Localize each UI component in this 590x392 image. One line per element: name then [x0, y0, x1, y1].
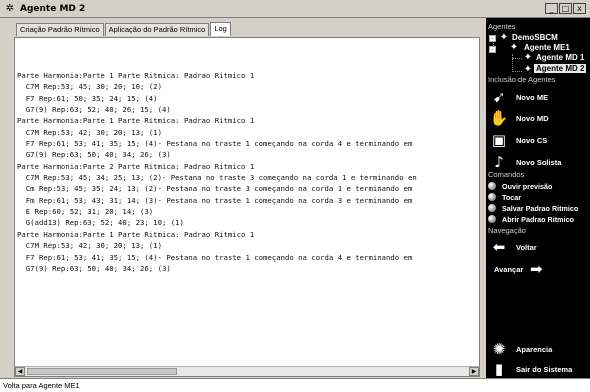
log-text-area[interactable]: Parte Harmonia:Parte 1 Parte Ritmica: Pa… — [14, 37, 480, 377]
app-icon: ✲ — [5, 2, 15, 14]
aparencia-label: Aparencia — [516, 344, 553, 354]
log-line: C7M Rep:53; 45; 30; 20; 10; (2) — [17, 82, 162, 92]
abrir-padrao-label: Abrir Padrao Ritmico — [502, 214, 574, 224]
radio-icon — [488, 204, 496, 212]
sidebar: Agentes - ✦ DemoSBCM - ✦ Agente ME1 ✦ Ag… — [486, 18, 590, 378]
log-line: C7M Rep:53; 45; 34; 25; 13; (2)- Pestana… — [17, 173, 417, 183]
novo-md-label: Novo MD — [516, 113, 549, 123]
hand-icon: ✋ — [489, 109, 509, 127]
novo-me-label: Novo ME — [516, 92, 549, 102]
tab-bar: Criação Padrão Rítmico Aplicação do Padr… — [16, 22, 232, 36]
tab-aplicacao-padrao-ritmico[interactable]: Aplicação do Padrão Rítmico — [104, 23, 210, 36]
novo-md-button[interactable]: ✋ Novo MD — [486, 107, 590, 129]
log-line: G7(9) Rep:63; 52; 40; 26; 15; (4) — [17, 105, 171, 115]
log-line: G7(9) Rep:63; 50; 40; 34; 26; (3) — [17, 263, 171, 273]
horizontal-scrollbar[interactable]: ◀ ▶ — [15, 366, 479, 376]
ouvir-previsao-label: Ouvir previsão — [502, 181, 553, 191]
log-line: F7 Rep:61; 53; 41; 35; 15; (4)- Pestana … — [17, 252, 413, 262]
novo-cs-button[interactable]: ▣ Novo CS — [486, 129, 590, 151]
scroll-left-icon[interactable]: ◀ — [15, 367, 25, 376]
tree-item-agente-md2[interactable]: Agente MD 2 — [534, 64, 587, 73]
tree-toggle-root[interactable]: - — [489, 35, 496, 42]
tree-connector — [512, 54, 513, 72]
close-button[interactable]: x — [573, 3, 586, 14]
agent-me-icon: ✦ — [509, 42, 519, 53]
voltar-button[interactable]: ⬅ Voltar — [486, 236, 590, 258]
window-title: Agente MD 2 — [20, 3, 86, 14]
title-bar: ✲ Agente MD 2 _ □ x — [0, 0, 590, 18]
aparencia-button[interactable]: ✺ Aparencia — [486, 338, 590, 360]
voltar-label: Voltar — [516, 242, 537, 252]
guitar-icon: ♪ — [494, 153, 504, 171]
inclusion-section-label: Inclusão de Agentes — [488, 75, 556, 84]
scroll-thumb[interactable] — [27, 368, 177, 375]
log-line: Parte Harmonia:Parte 2 Parte Ritmica: Pa… — [17, 161, 255, 171]
commands-section-label: Comandos — [488, 170, 525, 179]
salvar-padrao-label: Salvar Padrao Ritmico — [502, 203, 579, 213]
avancar-label: Avançar — [494, 264, 524, 274]
log-line: Fm Rep:61; 53; 43; 31; 14; (3)- Pestana … — [17, 195, 413, 205]
sair-label: Sair do Sistema — [516, 364, 573, 374]
log-line: Cm Rep:53; 45; 35; 24; 13; (2)- Pestana … — [17, 184, 413, 194]
tree-item-agente-me1[interactable]: Agente ME1 — [524, 43, 570, 52]
log-line: Parte Harmonia:Parte 1 Parte Ritmica: Pa… — [17, 116, 255, 126]
tree-item-root[interactable]: DemoSBCM — [512, 33, 558, 42]
radio-icon — [488, 182, 496, 190]
arrow-left-icon: ⬅ — [492, 238, 506, 256]
log-line: C7M Rep:53; 42; 30; 20; 13; (1) — [17, 241, 162, 251]
cs-icon: ▣ — [491, 131, 507, 149]
status-bar: Volta para Agente ME1 — [0, 378, 590, 392]
tab-criacao-padrao-ritmico[interactable]: Criação Padrão Rítmico — [16, 23, 104, 36]
exit-door-icon: ▮ — [494, 360, 504, 378]
abrir-padrao-button[interactable]: Abrir Padrao Ritmico — [486, 214, 590, 224]
scroll-right-icon[interactable]: ▶ — [469, 367, 479, 376]
agents-section-label: Agentes — [488, 22, 516, 31]
log-line: G(add13) Rep:63; 52; 40; 23; 10; (1) — [17, 218, 184, 228]
novo-cs-label: Novo CS — [516, 135, 548, 145]
appearance-icon: ✺ — [492, 340, 506, 358]
tocar-button[interactable]: Tocar — [486, 192, 590, 202]
tree-item-agente-md1[interactable]: Agente MD 1 — [536, 53, 584, 62]
tree-connector — [512, 58, 522, 59]
tab-log[interactable]: Log — [210, 22, 231, 36]
agent-md-icon: ✦ — [523, 52, 533, 63]
ouvir-previsao-button[interactable]: Ouvir previsão — [486, 181, 590, 191]
navigation-section-label: Navegação — [488, 226, 526, 235]
log-line: Parte Harmonia:Parte 1 Parte Ritmica: Pa… — [17, 229, 255, 239]
avancar-button[interactable]: Avançar ➡ — [486, 258, 590, 280]
log-content: Parte Harmonia:Parte 1 Parte Ritmica: Pa… — [17, 70, 477, 274]
tree-connector — [512, 71, 522, 72]
minimize-button[interactable]: _ — [545, 3, 558, 14]
novo-me-button[interactable]: ➹ Novo ME — [486, 86, 590, 108]
log-line: C7M Rep:53; 42; 30; 20; 13; (1) — [17, 127, 162, 137]
tocar-label: Tocar — [502, 192, 522, 202]
runner-icon: ➹ — [492, 88, 506, 106]
tree-toggle-child[interactable]: - — [489, 46, 496, 53]
radio-icon — [488, 215, 496, 223]
arrow-right-icon: ➡ — [530, 260, 543, 278]
salvar-padrao-button[interactable]: Salvar Padrao Ritmico — [486, 203, 590, 213]
window-controls: _ □ x — [545, 3, 586, 14]
main-panel: Criação Padrão Rítmico Aplicação do Padr… — [0, 18, 486, 378]
maximize-button[interactable]: □ — [559, 3, 572, 14]
log-line: Parte Harmonia:Parte 1 Parte Ritmica: Pa… — [17, 71, 255, 80]
log-line: G7(9) Rep:63; 50; 40; 34; 26; (3) — [17, 150, 171, 160]
sair-button[interactable]: ▮ Sair do Sistema — [486, 358, 590, 378]
log-line: F7 Rep:61; 53; 41; 35; 15; (4)- Pestana … — [17, 139, 413, 149]
log-line: E Rep:60; 52; 31; 20; 14; (3) — [17, 207, 154, 217]
novo-solista-label: Novo Solista — [516, 157, 562, 167]
radio-icon — [488, 193, 496, 201]
log-line: F7 Rep:61; 50; 35; 24; 15; (4) — [17, 93, 158, 103]
